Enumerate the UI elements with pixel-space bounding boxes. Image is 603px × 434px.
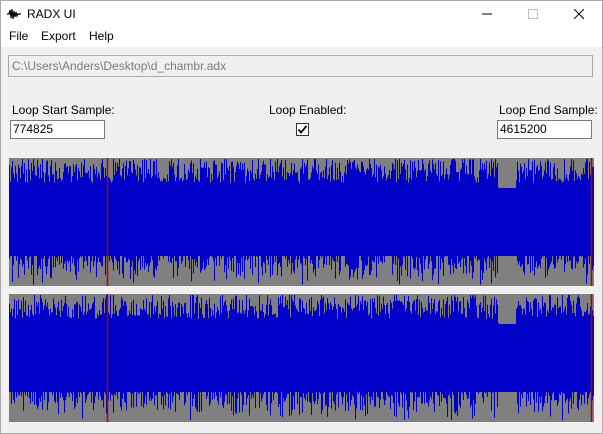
title-bar[interactable]: RADX UI — [1, 1, 602, 27]
waveform-channel-left[interactable] — [9, 158, 594, 286]
app-window: RADX UI File Export Help C:\Users\Anders… — [0, 0, 603, 434]
loop-enabled-label: Loop Enabled: — [269, 103, 347, 117]
loop-start-input[interactable]: 774825 — [10, 120, 105, 139]
menu-bar: File Export Help — [1, 27, 602, 47]
maximize-button[interactable] — [510, 1, 556, 27]
close-button[interactable] — [556, 1, 602, 27]
loop-end-label: Loop End Sample: — [499, 103, 598, 117]
menu-help[interactable]: Help — [89, 29, 114, 43]
waveform-left-graph — [9, 158, 594, 286]
menu-export[interactable]: Export — [41, 29, 76, 43]
checkmark-icon — [297, 125, 308, 134]
waveform-core-band — [9, 188, 594, 256]
close-icon — [574, 9, 584, 19]
waveform-app-icon — [7, 8, 21, 20]
waveform-core-band — [9, 324, 594, 392]
window-title: RADX UI — [27, 7, 76, 21]
minimize-button[interactable] — [464, 1, 510, 27]
menu-file[interactable]: File — [9, 29, 28, 43]
minimize-icon — [482, 13, 492, 15]
loop-end-input[interactable]: 4615200 — [497, 120, 592, 139]
loop-start-label: Loop Start Sample: — [12, 103, 115, 117]
maximize-icon — [528, 9, 538, 19]
waveform-channel-right[interactable] — [9, 294, 594, 422]
loop-enabled-checkbox[interactable] — [296, 123, 309, 136]
waveform-right-graph — [9, 294, 594, 422]
file-path-field[interactable]: C:\Users\Anders\Desktop\d_chambr.adx — [8, 55, 593, 77]
